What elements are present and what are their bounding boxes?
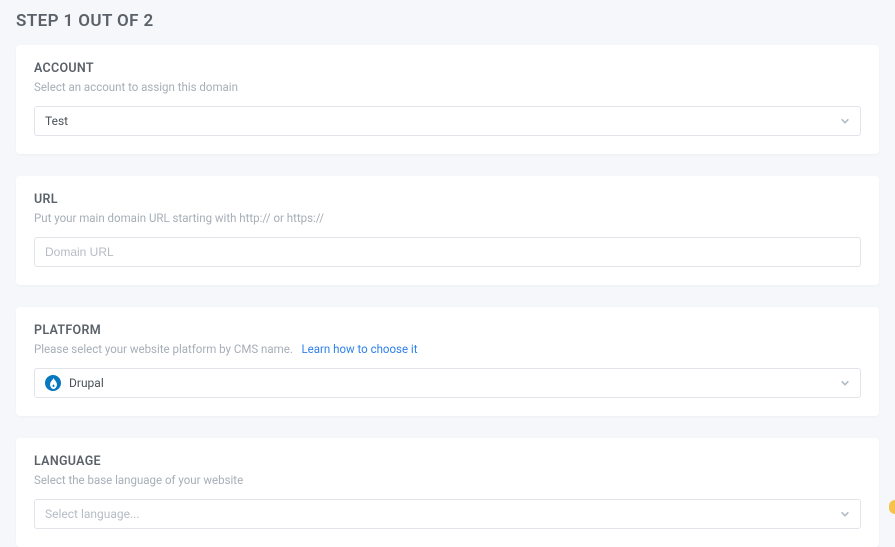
language-select-placeholder: Select language... [45,507,140,521]
chevron-down-icon [840,509,850,519]
language-heading: LANGUAGE [34,454,861,469]
platform-select[interactable]: Drupal [34,368,861,398]
account-card: ACCOUNT Select an account to assign this… [16,45,879,154]
language-select[interactable]: Select language... [34,499,861,529]
account-select-value: Test [45,114,68,128]
chevron-down-icon [840,116,850,126]
url-input[interactable] [34,237,861,267]
drupal-icon [45,375,61,391]
chevron-down-icon [840,378,850,388]
platform-sub: Please select your website platform by C… [34,342,861,356]
language-card: LANGUAGE Select the base language of you… [16,438,879,547]
language-sub: Select the base language of your website [34,473,861,487]
page-title: STEP 1 OUT OF 2 [0,0,895,45]
widget-nub[interactable] [889,500,895,514]
platform-sub-text: Please select your website platform by C… [34,342,293,356]
platform-card: PLATFORM Please select your website plat… [16,307,879,416]
url-sub: Put your main domain URL starting with h… [34,211,861,225]
url-card: URL Put your main domain URL starting wi… [16,176,879,285]
platform-heading: PLATFORM [34,323,861,338]
account-heading: ACCOUNT [34,61,861,76]
url-heading: URL [34,192,861,207]
platform-help-link[interactable]: Learn how to choose it [301,342,417,356]
account-sub: Select an account to assign this domain [34,80,861,94]
platform-select-value: Drupal [69,376,104,390]
account-select[interactable]: Test [34,106,861,136]
